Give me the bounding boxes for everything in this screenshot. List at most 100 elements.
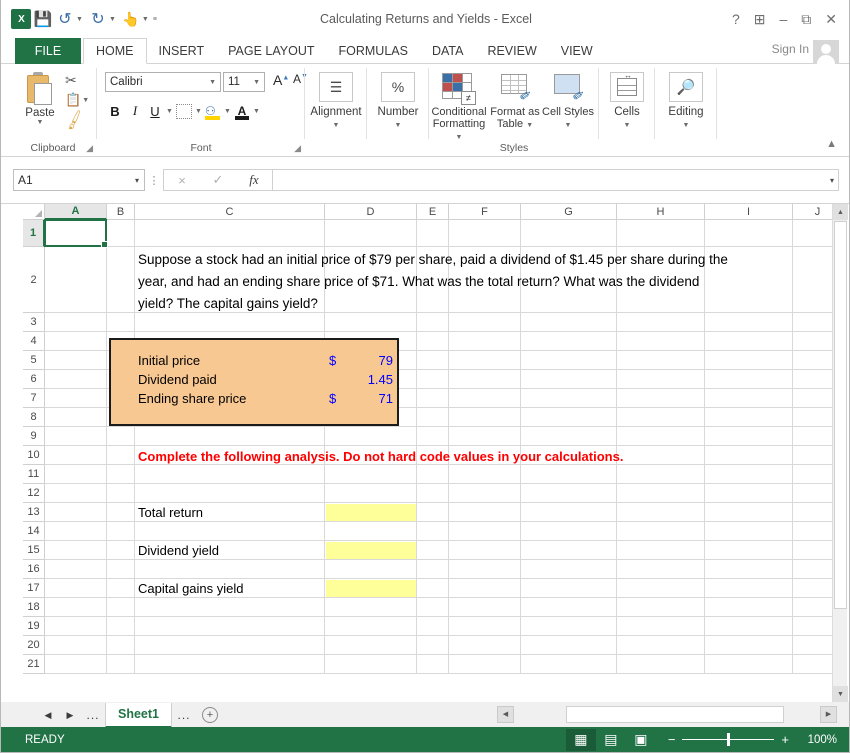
cell-I7[interactable]: [705, 389, 793, 408]
row-header-11[interactable]: 11: [23, 465, 45, 484]
font-name-input[interactable]: Calibri ▼: [105, 72, 221, 92]
row-header-16[interactable]: 16: [23, 560, 45, 579]
cell-G16[interactable]: [521, 560, 617, 579]
copy-dropdown-icon[interactable]: ▼: [82, 97, 89, 104]
cell-B2[interactable]: [107, 247, 135, 313]
chevron-down-icon[interactable]: ▼: [526, 122, 533, 129]
row-header-15[interactable]: 15: [23, 541, 45, 560]
next-sheet-icon[interactable]: ▶: [59, 710, 81, 721]
tab-page-layout[interactable]: PAGE LAYOUT: [216, 38, 326, 64]
undo-dropdown-icon[interactable]: ▼: [76, 16, 83, 23]
scroll-right-icon[interactable]: ▶: [820, 706, 837, 723]
cell-I13[interactable]: [705, 503, 793, 522]
cell-A1[interactable]: [45, 220, 107, 247]
cell-F3[interactable]: [449, 313, 521, 332]
column-header-i[interactable]: I: [705, 204, 793, 220]
cell-G14[interactable]: [521, 522, 617, 541]
column-header-c[interactable]: C: [135, 204, 325, 220]
cell-E3[interactable]: [417, 313, 449, 332]
cell-A13[interactable]: [45, 503, 107, 522]
cell-H7[interactable]: [617, 389, 705, 408]
cell-H16[interactable]: [617, 560, 705, 579]
row-header-9[interactable]: 9: [23, 427, 45, 446]
cell-D19[interactable]: [325, 617, 417, 636]
cell-A10[interactable]: [45, 446, 107, 465]
cell-E5[interactable]: [417, 351, 449, 370]
cell-D14[interactable]: [325, 522, 417, 541]
cell-G11[interactable]: [521, 465, 617, 484]
alignment-button[interactable]: ☰: [319, 72, 353, 102]
cell-F21[interactable]: [449, 655, 521, 674]
customize-qat-icon[interactable]: ≡: [153, 16, 157, 23]
tab-data[interactable]: DATA: [420, 38, 475, 64]
cell-H21[interactable]: [617, 655, 705, 674]
cell-D9[interactable]: [325, 427, 417, 446]
cell-E4[interactable]: [417, 332, 449, 351]
fill-color-dropdown-icon[interactable]: ▼: [223, 108, 232, 115]
cell-G20[interactable]: [521, 636, 617, 655]
cell-D20[interactable]: [325, 636, 417, 655]
cell-F11[interactable]: [449, 465, 521, 484]
chevron-down-icon[interactable]: ▼: [565, 122, 572, 129]
sheet-right-ellipsis[interactable]: ...: [172, 708, 196, 722]
cell-B1[interactable]: [107, 220, 135, 247]
cell-G19[interactable]: [521, 617, 617, 636]
cell-I16[interactable]: [705, 560, 793, 579]
cell-H15[interactable]: [617, 541, 705, 560]
zoom-slider-thumb[interactable]: [727, 733, 730, 746]
cell-F14[interactable]: [449, 522, 521, 541]
cell-E18[interactable]: [417, 598, 449, 617]
row-header-3[interactable]: 3: [23, 313, 45, 332]
row-header-18[interactable]: 18: [23, 598, 45, 617]
cell-G13[interactable]: [521, 503, 617, 522]
cell-H20[interactable]: [617, 636, 705, 655]
name-box[interactable]: A1 ▾: [13, 169, 145, 191]
row-header-19[interactable]: 19: [23, 617, 45, 636]
cell-A4[interactable]: [45, 332, 107, 351]
sign-in-link[interactable]: Sign In: [772, 42, 809, 56]
cell-D21[interactable]: [325, 655, 417, 674]
cell-A15[interactable]: [45, 541, 107, 560]
add-sheet-icon[interactable]: +: [202, 707, 218, 723]
page-break-view-icon[interactable]: ▣: [626, 729, 656, 751]
cell-C19[interactable]: [135, 617, 325, 636]
cell-G15[interactable]: [521, 541, 617, 560]
cell-G18[interactable]: [521, 598, 617, 617]
answer-cell-0[interactable]: [326, 504, 416, 521]
cell-F12[interactable]: [449, 484, 521, 503]
cell-B11[interactable]: [107, 465, 135, 484]
cell-H11[interactable]: [617, 465, 705, 484]
avatar[interactable]: [813, 40, 839, 64]
cell-I3[interactable]: [705, 313, 793, 332]
cell-A5[interactable]: [45, 351, 107, 370]
sheet-left-ellipsis[interactable]: ...: [81, 708, 105, 722]
cell-E17[interactable]: [417, 579, 449, 598]
cell-B17[interactable]: [107, 579, 135, 598]
cell-G4[interactable]: [521, 332, 617, 351]
row-header-14[interactable]: 14: [23, 522, 45, 541]
conditional-formatting-button[interactable]: ≠ Conditional Formatting ▼: [431, 70, 487, 144]
font-size-dropdown-icon[interactable]: ▼: [253, 79, 260, 86]
undo-icon[interactable]: ↺: [55, 9, 75, 29]
enter-icon[interactable]: ✓: [200, 172, 236, 188]
cell-I14[interactable]: [705, 522, 793, 541]
touch-mode-icon[interactable]: 👆: [121, 9, 141, 29]
answer-cell-2[interactable]: [326, 580, 416, 597]
cell-A8[interactable]: [45, 408, 107, 427]
touch-dropdown-icon[interactable]: ▼: [142, 16, 149, 23]
normal-view-icon[interactable]: ▦: [566, 729, 596, 751]
column-header-d[interactable]: D: [325, 204, 417, 220]
cell-C16[interactable]: [135, 560, 325, 579]
cell-H19[interactable]: [617, 617, 705, 636]
cell-B19[interactable]: [107, 617, 135, 636]
font-color-dropdown-icon[interactable]: ▼: [252, 108, 261, 115]
font-name-dropdown-icon[interactable]: ▼: [209, 79, 216, 86]
row-header-12[interactable]: 12: [23, 484, 45, 503]
column-header-e[interactable]: E: [417, 204, 449, 220]
cell-I21[interactable]: [705, 655, 793, 674]
cell-I18[interactable]: [705, 598, 793, 617]
cell-H1[interactable]: [617, 220, 705, 247]
paste-button[interactable]: Paste ▼: [17, 70, 63, 136]
column-header-b[interactable]: B: [107, 204, 135, 220]
tab-formulas[interactable]: FORMULAS: [327, 38, 420, 64]
